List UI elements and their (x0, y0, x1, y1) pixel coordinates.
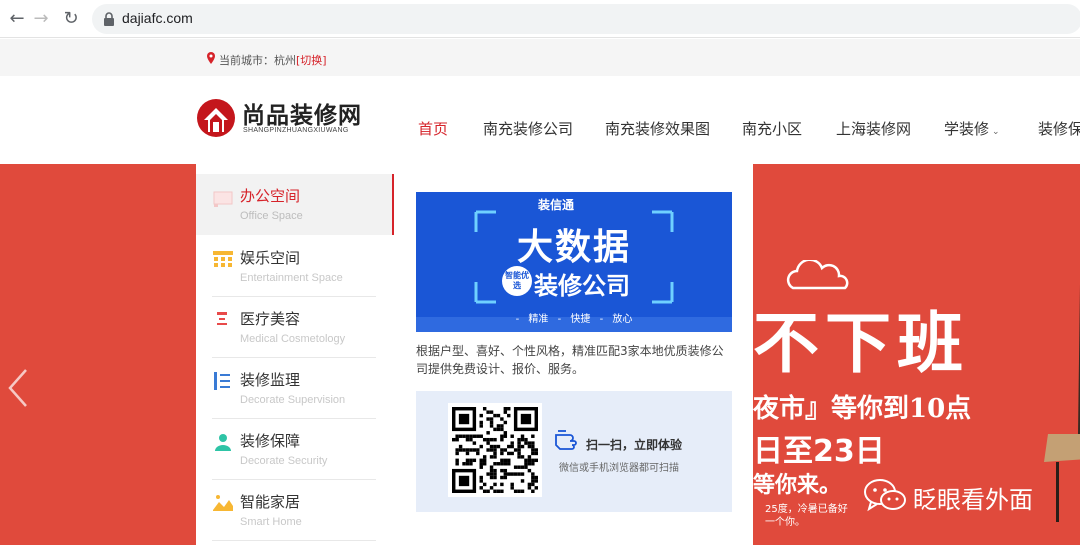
city-text: 当前城市：杭州[切换] (219, 52, 327, 68)
category-entertainment[interactable]: 娱乐空间 Entertainment Space (212, 236, 376, 297)
promo-line-3: 等你来。 (753, 472, 842, 498)
category-office[interactable]: 办公空间 Office Space (196, 174, 394, 235)
category-name: 装修监理 (240, 371, 301, 389)
category-en: Decorate Security (240, 455, 328, 467)
city-name: 杭州 (274, 54, 296, 67)
category-en: Decorate Supervision (240, 394, 346, 406)
url-text: dajiafc.com (122, 10, 193, 26)
nav-learn-label: 学装修 (944, 120, 990, 138)
browser-toolbar: ← → ↻ dajiafc.com (0, 0, 1080, 38)
category-en: Medical Cosmetology (240, 333, 346, 345)
qr-title: 扫一扫，立即体验 (586, 438, 683, 452)
nav-shanghai[interactable]: 上海装修网 (836, 118, 911, 139)
ad-tags: - 精准 - 快捷 - 放心 (515, 314, 633, 325)
chair-image (1044, 284, 1080, 522)
nav-community[interactable]: 南充小区 (742, 118, 802, 139)
qr-subtitle: 微信或手机浏览器都可扫描 (559, 463, 679, 474)
promo-line-2: 日至23日 (753, 434, 885, 469)
category-smart-home[interactable]: 智能家居 Smart Home (212, 480, 376, 541)
city-label: 当前城市： (219, 54, 274, 67)
big-data-ad[interactable]: 装信通 大数据 智能优选 装修公司 - 精准 - 快捷 - 放心 (416, 192, 732, 332)
back-icon[interactable]: ← (6, 8, 28, 30)
category-supervision[interactable]: 装修监理 Decorate Supervision (212, 358, 376, 419)
logo-title: 尚品装修网 (242, 102, 362, 128)
logo-subtitle: SHANGPINZHUANGXIUWANG (243, 127, 349, 134)
category-name: 娱乐空间 (240, 249, 301, 267)
promo-headline: 不下班 (753, 304, 969, 382)
supervision-icon (214, 372, 230, 390)
category-en: Office Space (240, 210, 303, 222)
qr-code (448, 403, 542, 497)
smart-home-icon (213, 495, 233, 511)
reload-icon[interactable]: ↻ (60, 8, 82, 30)
site-logo[interactable]: 尚品装修网 SHANGPINZHUANGXIUWANG (196, 94, 366, 140)
promo-line-1: 夜市』等你到10点 (753, 394, 972, 424)
qr-card: 扫一扫，立即体验 微信或手机浏览器都可扫描 (416, 391, 732, 512)
category-en: Entertainment Space (240, 272, 343, 284)
chevron-left-icon[interactable] (4, 368, 32, 408)
category-en: Smart Home (240, 516, 302, 528)
hand-pointer-icon (555, 430, 577, 450)
category-name: 装修保障 (240, 432, 301, 450)
ad-title: 大数据 (516, 227, 631, 268)
nav-learn[interactable]: 学装修 ⌄ (944, 118, 1000, 139)
entertainment-icon (213, 251, 233, 267)
category-name: 办公空间 (240, 187, 301, 205)
location-pin-icon (207, 52, 215, 64)
category-security[interactable]: 装修保障 Decorate Security (212, 419, 376, 480)
ad-subtitle: 装修公司 (534, 272, 630, 300)
address-bar[interactable]: dajiafc.com (92, 4, 1080, 34)
ad-brand: 装信通 (538, 198, 575, 212)
nav-effect-images[interactable]: 南充装修效果图 (605, 118, 710, 139)
nav-decoration-company[interactable]: 南充装修公司 (483, 118, 573, 139)
category-sidebar: 办公空间 Office Space 娱乐空间 Entertainment Spa… (196, 164, 394, 545)
category-dropdown-panel: 装信通 大数据 智能优选 装修公司 - 精准 - 快捷 - 放心 根据户型、喜好… (394, 164, 753, 545)
nav-home[interactable]: 首页 (418, 118, 448, 139)
wechat-icon (864, 479, 906, 512)
category-medical[interactable]: 医疗美容 Medical Cosmetology (212, 297, 376, 358)
nav-guarantee[interactable]: 装修保 (1038, 118, 1080, 139)
city-switch-link[interactable]: [切换] (296, 54, 327, 67)
office-icon (213, 191, 233, 207)
lock-icon (104, 12, 114, 26)
chevron-down-icon: ⌄ (992, 127, 1000, 137)
banner-promo: 不下班 夜市』等你到10点 日至23日 等你来。 25度，冷暑已备好 一个你。 … (753, 164, 1080, 545)
city-bar: 当前城市：杭州[切换] (0, 39, 1080, 76)
forward-icon[interactable]: → (30, 8, 52, 30)
medical-icon (217, 312, 227, 325)
category-name: 医疗美容 (240, 310, 301, 328)
ad-badge: 智能优选 (502, 266, 532, 296)
site-header: 尚品装修网 SHANGPINZHUANGXIUWANG 首页 南充装修公司 南充… (0, 76, 1080, 164)
security-icon (215, 434, 231, 451)
category-name: 智能家居 (240, 493, 301, 511)
promo-line-5: 一个你。 (765, 517, 805, 528)
logo-house-icon (197, 99, 235, 137)
qr-code-image (452, 407, 538, 493)
ad-description: 根据户型、喜好、个性风格，精准匹配3家本地优质装修公司提供免费设计、报价、服务。 (416, 344, 724, 376)
watermark-text: 眨眼看外面 (913, 486, 1033, 514)
cloud-icon (786, 260, 849, 290)
